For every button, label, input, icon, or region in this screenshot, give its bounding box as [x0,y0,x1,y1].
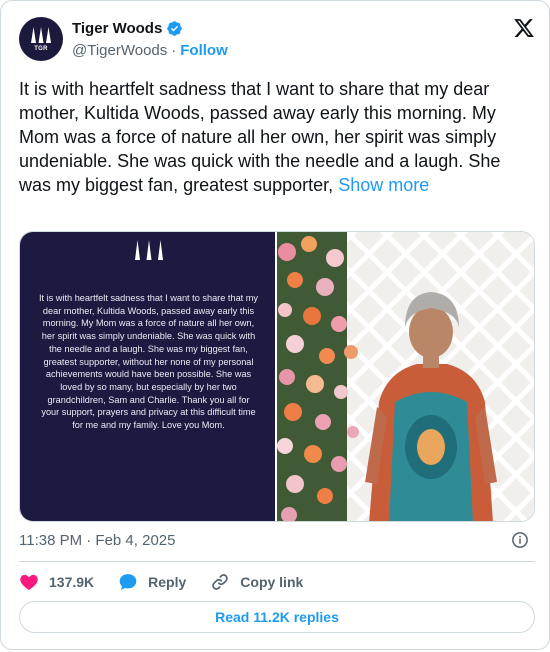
like-button[interactable]: 137.9K [19,572,94,592]
tweet-media[interactable]: It is with heartfelt sadness that I want… [19,231,535,522]
verified-badge-icon [167,21,183,36]
copy-link-label: Copy link [240,574,304,590]
reply-label: Reply [148,574,187,590]
separator: · [171,42,177,59]
like-count: 137.9K [49,574,95,590]
tgr-logo-icon [135,240,163,260]
avatar-label: TGR [34,46,48,52]
copy-link-button[interactable]: Copy link [210,572,303,592]
statement-image[interactable]: It is with heartfelt sadness that I want… [20,232,277,521]
tgr-logo-icon [31,27,51,43]
action-bar: 137.9K Reply Copy link [19,570,327,594]
tweet-card: TGR Tiger Woods @TigerWoods · Follow It … [0,0,550,650]
tweet-timestamp[interactable]: 11:38 PM · Feb 4, 2025 [19,532,175,549]
follow-button[interactable]: Follow [180,42,228,59]
info-icon[interactable] [511,531,529,549]
author-handle-row: @TigerWoods · Follow [72,42,228,59]
read-replies-button[interactable]: Read 11.2K replies [19,601,535,633]
tweet-text: It is with heartfelt sadness that I want… [19,77,535,197]
divider [19,561,535,562]
statement-text: It is with heartfelt sadness that I want… [38,293,259,431]
author-name[interactable]: Tiger Woods [72,20,162,37]
author-handle[interactable]: @TigerWoods [72,42,167,59]
x-logo-icon[interactable] [513,17,535,39]
avatar[interactable]: TGR [19,17,63,61]
portrait-photo [277,232,534,521]
photo-image[interactable] [277,232,534,521]
author-name-row: Tiger Woods [72,20,183,37]
link-icon [212,574,229,590]
speech-bubble-icon [119,574,137,590]
heart-icon [20,574,38,590]
reply-button[interactable]: Reply [118,572,186,592]
tweet-header: TGR Tiger Woods @TigerWoods · Follow [19,17,535,61]
show-more-link[interactable]: Show more [338,175,429,195]
